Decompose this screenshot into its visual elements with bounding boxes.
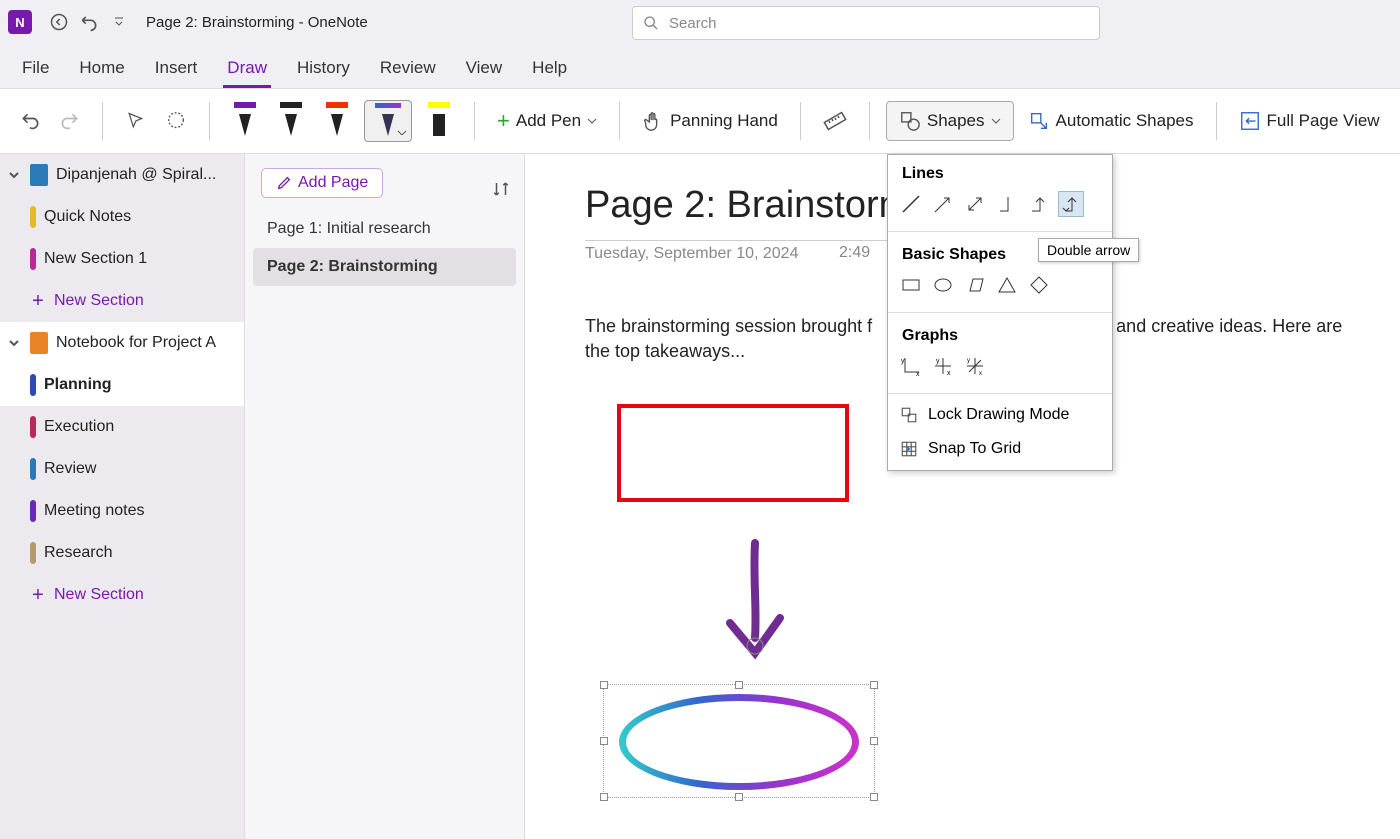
pen-dark[interactable] xyxy=(272,100,310,142)
menu-bar: File Home Insert Draw History Review Vie… xyxy=(0,44,1400,88)
shapes-dropdown: Lines Basic Shapes Graphs yx yx yx Lock … xyxy=(887,154,1113,471)
ribbon: +Add Pen Panning Hand Shapes Automatic S… xyxy=(0,88,1400,154)
shape-elbow-double-arrow[interactable] xyxy=(1058,191,1084,217)
menu-help[interactable]: Help xyxy=(528,52,571,88)
pen-red[interactable] xyxy=(318,100,356,142)
notebook-pane: Dipanjenah @ Spiral... Quick Notes New S… xyxy=(0,154,245,839)
page-item-2[interactable]: Page 2: Brainstorming xyxy=(253,248,516,286)
app-icon: N xyxy=(8,10,32,34)
shapes-button[interactable]: Shapes xyxy=(886,101,1014,141)
section-quick-notes[interactable]: Quick Notes xyxy=(0,196,244,238)
select-tool[interactable] xyxy=(119,101,151,141)
shape-triangle[interactable] xyxy=(994,272,1020,298)
add-page-button[interactable]: Add Page xyxy=(261,168,383,198)
shape-elbow[interactable] xyxy=(994,191,1020,217)
main-area: Dipanjenah @ Spiral... Quick Notes New S… xyxy=(0,154,1400,839)
shape-ellipse[interactable] xyxy=(619,694,859,790)
notebook-header-2[interactable]: Notebook for Project A xyxy=(0,322,244,364)
tooltip-double-arrow: Double arrow xyxy=(1038,238,1139,262)
section-research[interactable]: Research xyxy=(0,532,244,574)
search-placeholder: Search xyxy=(669,15,717,32)
pen-galaxy[interactable] xyxy=(364,100,412,142)
shape-rectangle[interactable] xyxy=(617,404,849,502)
svg-text:x: x xyxy=(947,370,951,377)
graph-3d[interactable]: yx xyxy=(962,353,988,379)
shape-arrow[interactable] xyxy=(930,191,956,217)
menu-insert[interactable]: Insert xyxy=(151,52,202,88)
page-time: 2:49 xyxy=(839,244,870,262)
dd-category-graphs: Graphs xyxy=(888,317,1112,349)
window-title: Page 2: Brainstorming - OneNote xyxy=(146,14,368,31)
section-meeting-notes[interactable]: Meeting notes xyxy=(0,490,244,532)
automatic-shapes-button[interactable]: Automatic Shapes xyxy=(1022,101,1200,141)
shape-parallelogram[interactable] xyxy=(962,272,988,298)
section-new-section-1[interactable]: New Section 1 xyxy=(0,238,244,280)
shape-diamond[interactable] xyxy=(1026,272,1052,298)
lock-drawing-mode[interactable]: Lock Drawing Mode xyxy=(888,398,1112,432)
full-page-view-button[interactable]: Full Page View xyxy=(1233,101,1386,141)
highlighter-yellow[interactable] xyxy=(420,100,458,142)
menu-file[interactable]: File xyxy=(18,52,53,88)
ink-arrow[interactable] xyxy=(715,538,795,668)
shape-oval[interactable] xyxy=(930,272,956,298)
pages-pane: Add Page Page 1: Initial research Page 2… xyxy=(245,154,525,839)
redo-ribbon[interactable] xyxy=(54,101,86,141)
svg-text:y: y xyxy=(967,358,970,364)
search-input[interactable]: Search xyxy=(632,6,1100,40)
svg-text:x: x xyxy=(916,371,920,377)
menu-review[interactable]: Review xyxy=(376,52,440,88)
section-execution[interactable]: Execution xyxy=(0,406,244,448)
undo-button[interactable] xyxy=(74,7,104,37)
add-pen-button[interactable]: +Add Pen xyxy=(491,101,603,141)
ruler-button[interactable] xyxy=(817,101,853,141)
page-item-1[interactable]: Page 1: Initial research xyxy=(245,210,524,248)
dd-category-lines: Lines xyxy=(888,155,1112,187)
notebook-header-1[interactable]: Dipanjenah @ Spiral... xyxy=(0,154,244,196)
svg-text:x: x xyxy=(979,371,982,377)
new-section-1[interactable]: +New Section xyxy=(0,280,244,322)
lasso-tool[interactable] xyxy=(159,101,193,141)
svg-text:y: y xyxy=(936,358,940,365)
section-planning[interactable]: Planning xyxy=(0,364,244,406)
graph-cross[interactable]: yx xyxy=(930,353,956,379)
menu-draw[interactable]: Draw xyxy=(223,52,271,88)
panning-hand-button[interactable]: Panning Hand xyxy=(636,101,784,141)
shape-rect[interactable] xyxy=(898,272,924,298)
graph-xy[interactable]: yx xyxy=(898,353,924,379)
shape-line[interactable] xyxy=(898,191,924,217)
svg-text:y: y xyxy=(901,358,905,365)
new-section-2[interactable]: +New Section xyxy=(0,574,244,616)
menu-view[interactable]: View xyxy=(462,52,507,88)
menu-home[interactable]: Home xyxy=(75,52,128,88)
shape-elbow-arrow[interactable] xyxy=(1026,191,1052,217)
snap-to-grid[interactable]: Snap To Grid xyxy=(888,432,1112,466)
menu-history[interactable]: History xyxy=(293,52,354,88)
shape-double-arrow-diag[interactable] xyxy=(962,191,988,217)
section-review[interactable]: Review xyxy=(0,448,244,490)
pen-black[interactable] xyxy=(226,100,264,142)
qat-dropdown[interactable] xyxy=(104,7,134,37)
undo-ribbon[interactable] xyxy=(14,101,46,141)
sort-pages-button[interactable] xyxy=(492,180,510,203)
back-button[interactable] xyxy=(44,7,74,37)
